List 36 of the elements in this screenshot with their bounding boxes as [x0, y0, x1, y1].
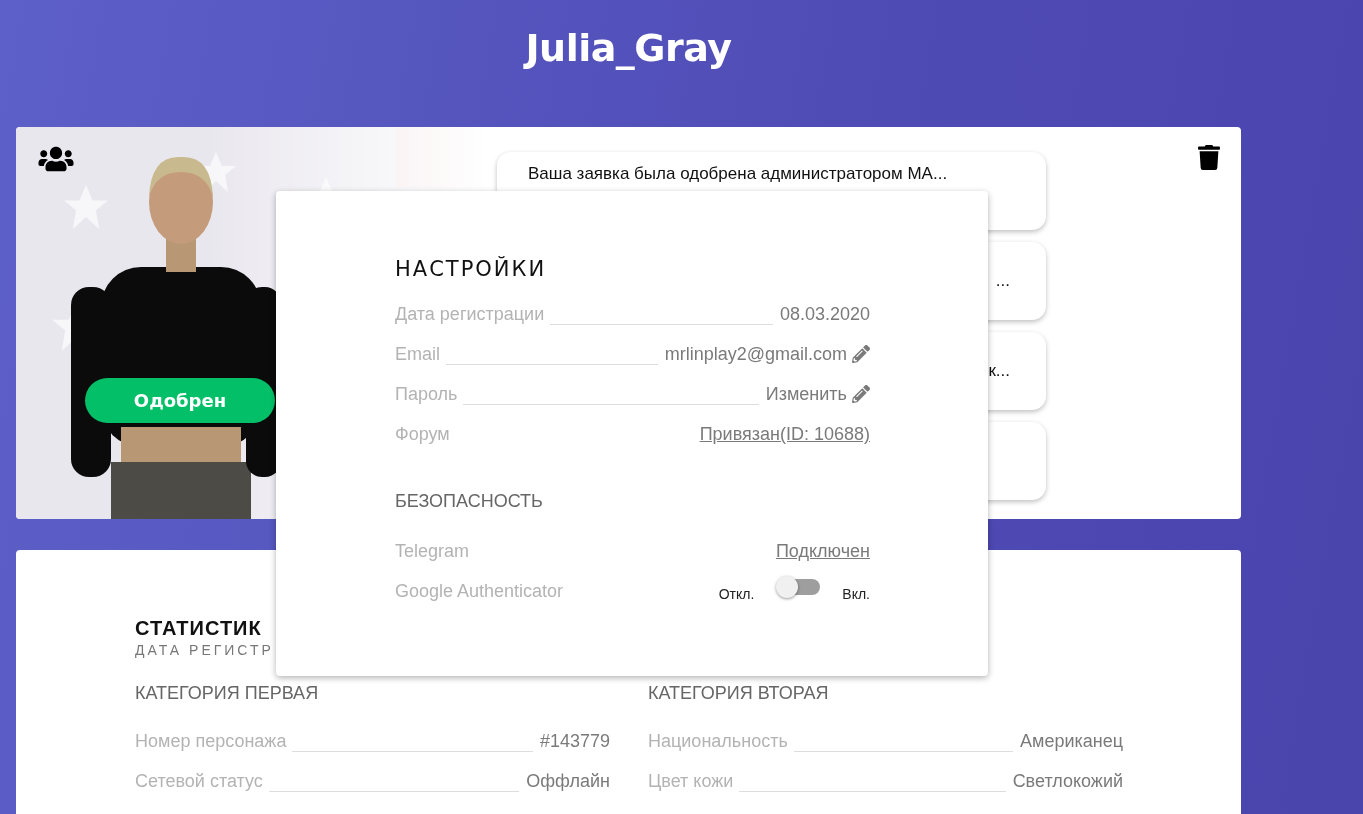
- field-value: Оффлайн: [526, 771, 610, 792]
- notification-text: ...: [995, 271, 1010, 291]
- field-label: Сетевой статус: [135, 771, 263, 792]
- section-title: СТАТИСТИК: [135, 617, 262, 640]
- field-label: Дата регистрации: [395, 304, 545, 325]
- notification-text: Ваша заявка была одобрена администратором МА...: [528, 164, 948, 184]
- field-label: Номер персонажа: [135, 731, 287, 752]
- field-label: Цвет кожи: [648, 771, 734, 792]
- toggle-off-label: Откл.: [718, 586, 755, 602]
- category-heading: КАТЕГОРИЯ ПЕРВАЯ: [135, 683, 320, 704]
- section-subtitle: ДАТА РЕГИСТР: [135, 642, 275, 658]
- field-label: Google Authenticator: [395, 581, 564, 602]
- pencil-icon[interactable]: [852, 345, 870, 363]
- field-value: Американец: [1020, 731, 1123, 752]
- link[interactable]: Подключен: [775, 541, 870, 562]
- field-value: #143779: [539, 731, 610, 752]
- field-value: Изменить: [765, 384, 847, 405]
- trash-icon[interactable]: [1198, 145, 1220, 170]
- link[interactable]: Привязан(ID: 10688): [699, 424, 870, 445]
- section-heading: БЕЗОПАСНОСТЬ: [395, 491, 544, 512]
- field-label: Email: [395, 344, 440, 365]
- field-value: mrlinplay2@gmail.com: [664, 344, 847, 365]
- notification-text: к...: [988, 361, 1010, 381]
- category-heading: КАТЕГОРИЯ ВТОРАЯ: [648, 683, 830, 704]
- field-label: Национальность: [648, 731, 788, 752]
- pencil-icon[interactable]: [852, 385, 870, 403]
- dialog-title: НАСТРОЙКИ: [395, 257, 548, 281]
- status-badge[interactable]: Одобрен: [85, 378, 275, 423]
- field-value: Светлокожий: [1012, 771, 1123, 792]
- field-label: Пароль: [395, 384, 458, 405]
- field-label: Telegram: [395, 541, 470, 562]
- toggle-on-label: Вкл.: [842, 586, 870, 602]
- field-value: 08.03.2020: [779, 304, 870, 325]
- field-label: Форум: [395, 424, 450, 445]
- page-title: Julia_Gray: [525, 26, 732, 70]
- group-icon[interactable]: [35, 145, 77, 173]
